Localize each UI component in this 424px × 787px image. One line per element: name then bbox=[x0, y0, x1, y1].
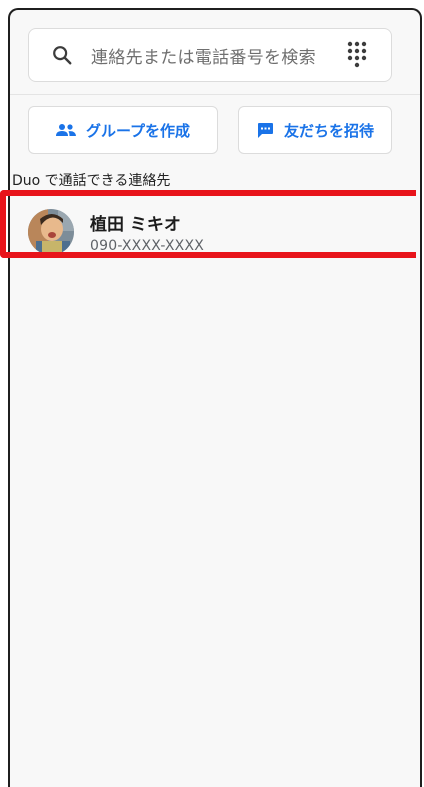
search-icon bbox=[53, 46, 72, 65]
contact-phone: 090-XXXX-XXXX bbox=[90, 238, 205, 254]
avatar bbox=[28, 209, 74, 255]
group-icon bbox=[55, 124, 76, 136]
search-bar[interactable]: 連絡先または電話番号を検索 bbox=[28, 28, 392, 82]
message-icon bbox=[257, 123, 273, 138]
invite-friends-label: 友だちを招待 bbox=[283, 121, 374, 140]
create-group-label: グループを作成 bbox=[85, 121, 191, 140]
contact-name: 植田 ミキオ bbox=[90, 215, 181, 235]
section-title: Duo で通話できる連絡先 bbox=[12, 173, 171, 189]
contact-list-item[interactable]: 植田 ミキオ 090-XXXX-XXXX bbox=[12, 200, 420, 264]
create-group-button[interactable]: グループを作成 bbox=[28, 106, 218, 154]
invite-friends-button[interactable]: 友だちを招待 bbox=[238, 106, 392, 154]
phone-screen: 連絡先または電話番号を検索 グループを作成 友だちを招待 Duo で通話できる連… bbox=[8, 8, 422, 787]
dialpad-icon[interactable] bbox=[345, 40, 369, 70]
divider bbox=[10, 94, 420, 95]
search-input[interactable]: 連絡先または電話番号を検索 bbox=[91, 43, 345, 68]
